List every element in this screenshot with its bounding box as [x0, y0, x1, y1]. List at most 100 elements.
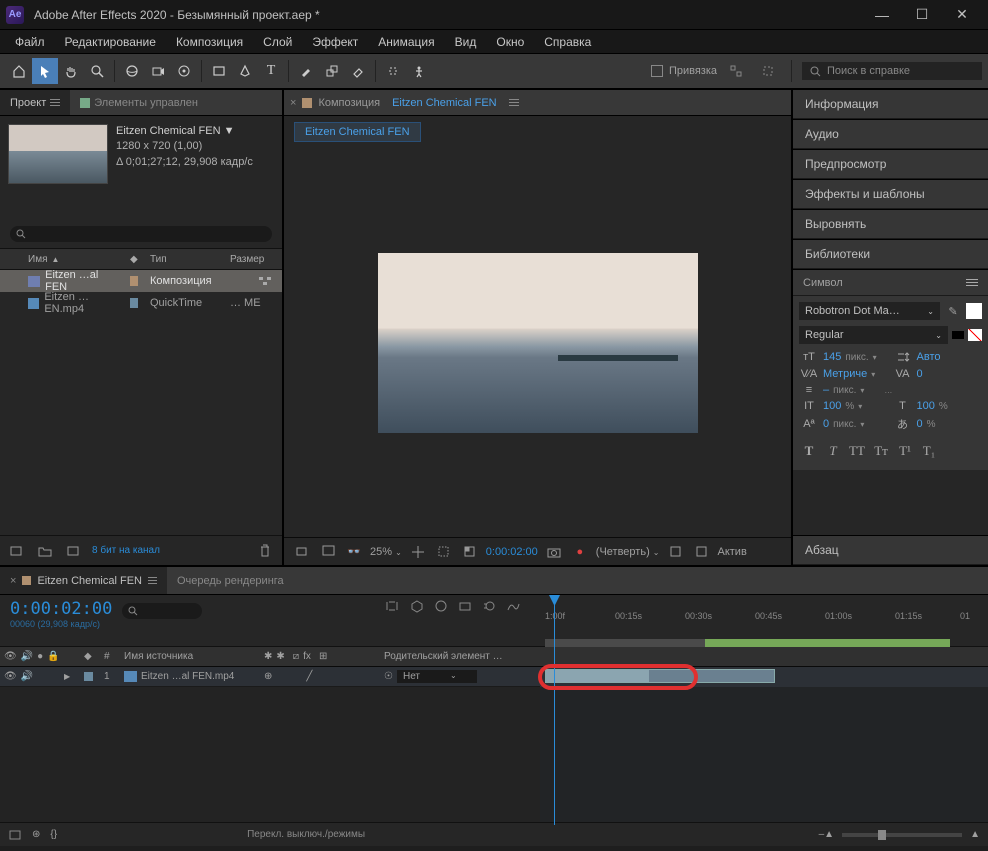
speaker-col-icon[interactable]: 🔊: [21, 651, 33, 662]
snap-opts2-icon[interactable]: [755, 58, 781, 84]
menu-edit[interactable]: Редактирование: [56, 33, 165, 51]
minimize-button[interactable]: —: [862, 0, 902, 30]
close-button[interactable]: ✕: [942, 0, 982, 30]
panel-menu-icon[interactable]: [148, 577, 157, 584]
col-type[interactable]: Тип: [144, 254, 224, 265]
project-tab[interactable]: Проект: [0, 90, 70, 115]
panel-menu-icon[interactable]: [50, 99, 60, 106]
effect-controls-tab[interactable]: Элементы управлен: [70, 90, 208, 115]
timeline-zoom-slider[interactable]: [842, 833, 962, 837]
toggle-switches-icon[interactable]: [8, 829, 22, 841]
snapshot-icon[interactable]: [544, 542, 564, 562]
timeline-tab-comp[interactable]: × Eitzen Chemical FEN: [0, 567, 167, 594]
leading-value[interactable]: Авто: [917, 351, 941, 363]
panel-effects[interactable]: Эффекты и шаблоны: [793, 180, 988, 209]
res-icon[interactable]: [318, 542, 338, 562]
toggle-in-out-icon[interactable]: {}: [50, 829, 57, 840]
pan-behind-tool[interactable]: [171, 58, 197, 84]
project-thumbnail[interactable]: [8, 124, 108, 184]
parent-dropdown[interactable]: Нет⌄: [397, 670, 477, 683]
allcaps-button[interactable]: TT: [847, 442, 867, 460]
panel-info[interactable]: Информация: [793, 90, 988, 119]
col-source-name[interactable]: Имя источника: [120, 647, 260, 666]
parent-pick-icon[interactable]: ☉: [384, 671, 393, 682]
superscript-button[interactable]: T¹: [895, 442, 915, 460]
project-item-footage[interactable]: Eitzen …EN.mp4 QuickTime … ME: [0, 292, 282, 314]
no-stroke-icon[interactable]: [968, 329, 982, 341]
new-folder-icon[interactable]: [36, 542, 54, 560]
puppet-tool[interactable]: [406, 58, 432, 84]
menu-effect[interactable]: Эффект: [303, 33, 367, 51]
type-tool[interactable]: T: [258, 58, 284, 84]
quality-dropdown[interactable]: (Четверть) ⌄: [596, 546, 660, 558]
timeline-tab-render[interactable]: Очередь рендеринга: [167, 567, 294, 594]
comp-flowchart-icon[interactable]: [384, 599, 400, 613]
hand-tool[interactable]: [58, 58, 84, 84]
menu-help[interactable]: Справка: [535, 33, 600, 51]
frame-blend-icon[interactable]: [458, 599, 472, 613]
timeline-search-input[interactable]: [122, 603, 202, 619]
panel-paragraph[interactable]: Абзац: [793, 536, 988, 565]
layer-expand-icon[interactable]: ▶: [64, 672, 70, 681]
switches-modes-toggle[interactable]: Перекл. выключ./режимы: [247, 829, 365, 840]
bit-depth-button[interactable]: 8 бит на канал: [92, 545, 160, 556]
layer-visibility-icon[interactable]: 👁: [4, 671, 17, 682]
channel-icon[interactable]: ●: [570, 542, 590, 562]
project-item-comp[interactable]: Eitzen …al FEN Композиция: [0, 270, 282, 292]
lock-col-icon[interactable]: 🔒: [47, 651, 59, 662]
label-color-icon[interactable]: [130, 276, 138, 286]
menu-file[interactable]: Файл: [6, 33, 54, 51]
tracking-value[interactable]: 0: [917, 368, 923, 380]
eraser-tool[interactable]: [345, 58, 371, 84]
col-index[interactable]: #: [100, 647, 120, 666]
timeline-layer-row[interactable]: 👁🔊 ▶ 1 Eitzen …al FEN.mp4 ⊕╱ ☉ Нет⌄: [0, 667, 540, 687]
selection-tool[interactable]: [32, 58, 58, 84]
mask-icon[interactable]: 👓: [344, 542, 364, 562]
camera-tool[interactable]: [145, 58, 171, 84]
menu-composition[interactable]: Композиция: [167, 33, 252, 51]
exposure-icon[interactable]: [666, 542, 686, 562]
italic-button[interactable]: T: [823, 442, 843, 460]
panel-preview[interactable]: Предпросмотр: [793, 150, 988, 179]
col-parent[interactable]: Родительский элемент …: [380, 647, 530, 666]
hide-shy-icon[interactable]: [434, 599, 448, 613]
eye-col-icon[interactable]: 👁: [4, 651, 17, 662]
fill-color-swatch[interactable]: [966, 303, 982, 319]
zoom-in-icon[interactable]: ▲: [970, 829, 980, 840]
col-name[interactable]: Имя▲: [22, 254, 124, 265]
menu-window[interactable]: Окно: [487, 33, 533, 51]
comp-mini-tab[interactable]: Eitzen Chemical FEN: [294, 122, 421, 142]
hscale-value[interactable]: 100: [917, 400, 935, 412]
panel-menu-icon[interactable]: [509, 99, 519, 106]
pen-tool[interactable]: [232, 58, 258, 84]
viewer-tab-comp[interactable]: Eitzen Chemical FEN: [384, 90, 505, 115]
composition-preview[interactable]: [378, 253, 698, 433]
timecode-display[interactable]: 0:00:02:00: [10, 599, 112, 619]
panel-audio[interactable]: Аудио: [793, 120, 988, 149]
col-label[interactable]: ◆: [80, 647, 100, 666]
font-family-select[interactable]: Robotron Dot Ma…⌄: [799, 302, 940, 320]
stroke-color-swatch[interactable]: [952, 331, 964, 339]
snap-opts-icon[interactable]: [723, 58, 749, 84]
clone-tool[interactable]: [319, 58, 345, 84]
font-size-value[interactable]: 145: [823, 351, 841, 363]
active-camera[interactable]: Актив: [718, 546, 747, 558]
font-style-select[interactable]: Regular⌄: [799, 326, 948, 344]
magnify-icon[interactable]: [292, 542, 312, 562]
graph-editor-icon[interactable]: [506, 599, 520, 613]
snap-checkbox[interactable]: [651, 65, 663, 77]
safe-icon[interactable]: [434, 542, 454, 562]
grid-icon[interactable]: [408, 542, 428, 562]
project-search-input[interactable]: [10, 226, 272, 242]
bold-button[interactable]: T: [799, 442, 819, 460]
region-icon[interactable]: [692, 542, 712, 562]
current-time[interactable]: 0:00:02:00: [486, 546, 538, 558]
layer-duration-bar[interactable]: [545, 669, 775, 683]
menu-animation[interactable]: Анимация: [369, 33, 443, 51]
menu-layer[interactable]: Слой: [254, 33, 301, 51]
layer-audio-icon[interactable]: 🔊: [21, 671, 33, 682]
motion-blur-icon[interactable]: [482, 599, 496, 613]
menu-view[interactable]: Вид: [446, 33, 486, 51]
interpret-footage-icon[interactable]: [8, 542, 26, 560]
zoom-out-icon[interactable]: –▲: [819, 829, 834, 840]
